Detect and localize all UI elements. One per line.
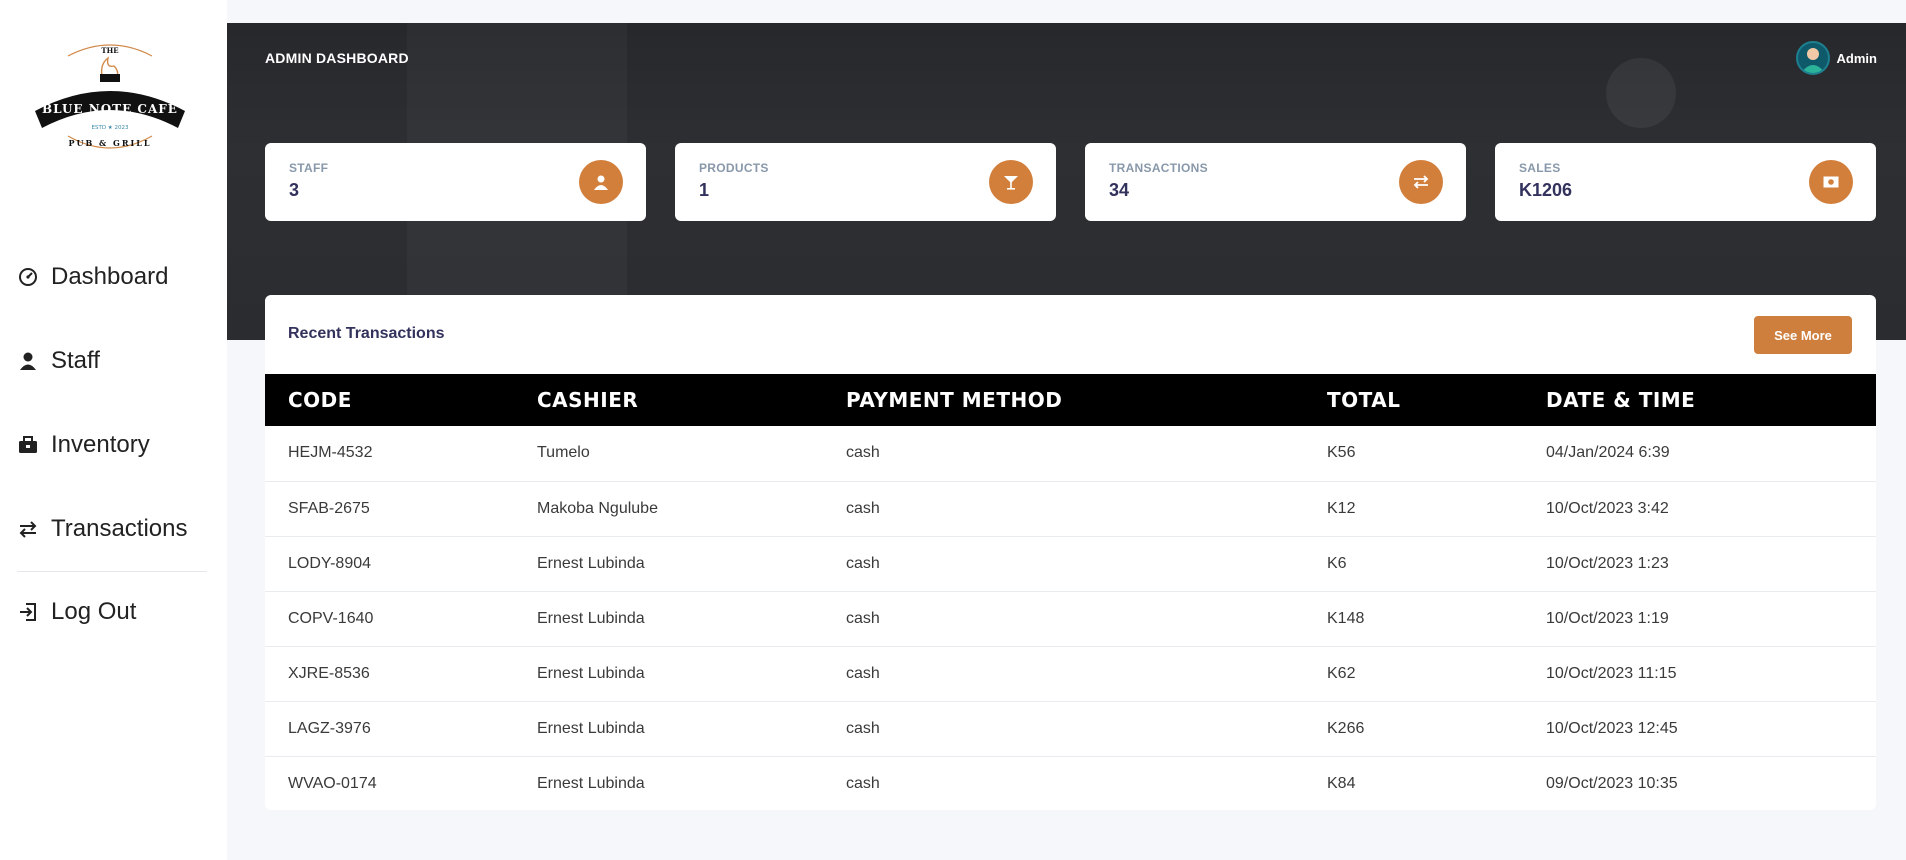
- stat-label: SALES: [1519, 161, 1561, 175]
- cell-cashier: Ernest Lubinda: [514, 701, 823, 757]
- sidebar: THE BLUE NOTE CAFE ESTD ★ 2023 PUB & GRI…: [0, 0, 227, 860]
- cell-code: COPV-1640: [265, 591, 514, 647]
- cell-payment-method: cash: [823, 536, 1304, 592]
- cell-total: K56: [1304, 426, 1523, 482]
- stat-card-transactions[interactable]: TRANSACTIONS 34: [1085, 143, 1466, 221]
- sidebar-item-transactions[interactable]: Transactions: [17, 487, 207, 571]
- sidebar-item-label: Inventory: [51, 431, 150, 458]
- cell-cashier: Ernest Lubinda: [514, 591, 823, 647]
- cell-cashier: Makoba Ngulube: [514, 481, 823, 537]
- table-row[interactable]: XJRE-8536 Ernest Lubinda cash K62 10/Oct…: [265, 646, 1876, 702]
- dashboard-gauge-icon: [17, 266, 39, 288]
- cell-payment-method: cash: [823, 646, 1304, 702]
- cell-code: LAGZ-3976: [265, 701, 514, 757]
- sidebar-item-staff[interactable]: Staff: [17, 319, 207, 403]
- person-icon: [17, 350, 39, 372]
- cell-date-time: 09/Oct/2023 10:35: [1546, 774, 1678, 792]
- blue-note-cafe-logo[interactable]: THE BLUE NOTE CAFE ESTD ★ 2023 PUB & GRI…: [30, 36, 190, 166]
- cell-payment-method: cash: [823, 701, 1304, 757]
- cell-payment-method: cash: [823, 591, 1304, 647]
- svg-text:BLUE NOTE CAFE: BLUE NOTE CAFE: [42, 102, 178, 116]
- svg-text:PUB & GRILL: PUB & GRILL: [68, 138, 151, 148]
- cocktail-glass-icon: [989, 160, 1033, 204]
- user-menu[interactable]: Admin: [1795, 41, 1877, 75]
- cell-cashier: Ernest Lubinda: [514, 646, 823, 702]
- cell-total: K266: [1304, 701, 1523, 757]
- see-more-button[interactable]: See More: [1754, 316, 1852, 354]
- sidebar-item-label: Log Out: [51, 598, 137, 625]
- sidebar-item-logout[interactable]: Log Out: [17, 572, 207, 652]
- cell-code: XJRE-8536: [265, 646, 514, 702]
- stat-card-products[interactable]: PRODUCTS 1: [675, 143, 1056, 221]
- page-title: ADMIN DASHBOARD: [265, 50, 409, 66]
- cell-payment-method: cash: [823, 426, 1304, 482]
- cell-date-time: 10/Oct/2023 12:45: [1523, 701, 1876, 757]
- sidebar-item-dashboard[interactable]: Dashboard: [17, 235, 207, 319]
- stat-value: K1206: [1519, 180, 1573, 200]
- stat-value: 1: [699, 180, 710, 200]
- stat-label: STAFF: [289, 161, 329, 175]
- stat-value: 3: [289, 180, 300, 200]
- sidebar-item-label: Transactions: [51, 515, 188, 542]
- logout-icon: [17, 601, 39, 623]
- table-row[interactable]: HEJM-4532 Tumelo cash K56 04/Jan/2024 6:…: [265, 426, 1876, 482]
- stat-label: TRANSACTIONS: [1109, 161, 1208, 175]
- svg-text:THE: THE: [101, 46, 118, 55]
- table-row[interactable]: LODY-8904 Ernest Lubinda cash K6 10/Oct/…: [265, 536, 1876, 592]
- cell-cashier: Ernest Lubinda: [514, 536, 823, 592]
- cell-code: WVAO-0174: [288, 774, 377, 792]
- table-row[interactable]: COPV-1640 Ernest Lubinda cash K148 10/Oc…: [265, 591, 1876, 647]
- cell-payment-method: cash: [846, 774, 880, 792]
- stat-label: PRODUCTS: [699, 161, 769, 175]
- person-icon: [579, 160, 623, 204]
- sidebar-nav: Dashboard Staff Inventory Transactions L…: [17, 235, 207, 652]
- cell-total: K62: [1304, 646, 1523, 702]
- cell-cashier: Tumelo: [514, 426, 823, 482]
- avatar: [1795, 41, 1830, 75]
- svg-text:ESTD ★ 2023: ESTD ★ 2023: [92, 125, 129, 131]
- cell-total: K12: [1304, 481, 1523, 537]
- cell-total: K84: [1327, 774, 1356, 792]
- column-header-payment-method[interactable]: PAYMENT METHOD: [823, 374, 1304, 426]
- cell-cashier: Ernest Lubinda: [537, 774, 645, 792]
- arrows-exchange-icon: [1399, 160, 1443, 204]
- sidebar-item-label: Staff: [51, 347, 100, 374]
- arrows-exchange-icon: [17, 518, 39, 540]
- stat-card-staff[interactable]: STAFF 3: [265, 143, 646, 221]
- cell-code: SFAB-2675: [265, 481, 514, 537]
- transactions-table: CODE CASHIER PAYMENT METHOD TOTAL DATE &…: [265, 374, 1876, 810]
- table-row[interactable]: WVAO-0174 Ernest Lubinda cash K84 09/Oct…: [265, 756, 1876, 810]
- cell-total: K148: [1304, 591, 1523, 647]
- cell-code: HEJM-4532: [265, 426, 514, 482]
- table-row[interactable]: SFAB-2675 Makoba Ngulube cash K12 10/Oct…: [265, 481, 1876, 537]
- column-header-code[interactable]: CODE: [265, 374, 514, 426]
- briefcase-icon: [17, 434, 39, 456]
- column-header-cashier[interactable]: CASHIER: [514, 374, 823, 426]
- panel-title: Recent Transactions: [288, 325, 445, 342]
- stat-value: 34: [1109, 180, 1130, 200]
- stats-cards: STAFF 3 PRODUCTS 1 TRANSACTIONS 34 SALES…: [265, 143, 1876, 221]
- cell-date-time: 10/Oct/2023 1:19: [1523, 591, 1876, 647]
- stat-card-sales[interactable]: SALES K1206: [1495, 143, 1876, 221]
- sidebar-item-label: Dashboard: [51, 263, 169, 290]
- user-name: Admin: [1836, 50, 1877, 66]
- column-header-total[interactable]: TOTAL: [1304, 374, 1523, 426]
- cell-date-time: 04/Jan/2024 6:39: [1523, 426, 1876, 482]
- cell-code: LODY-8904: [265, 536, 514, 592]
- cell-date-time: 10/Oct/2023 11:15: [1523, 646, 1876, 702]
- cell-payment-method: cash: [823, 481, 1304, 537]
- cell-date-time: 10/Oct/2023 3:42: [1523, 481, 1876, 537]
- money-bill-icon: [1809, 160, 1853, 204]
- recent-transactions-panel: Recent Transactions See More CODE CASHIE…: [265, 295, 1876, 810]
- column-header-date-time[interactable]: DATE & TIME: [1523, 374, 1876, 426]
- cell-date-time: 10/Oct/2023 1:23: [1523, 536, 1876, 592]
- table-row[interactable]: LAGZ-3976 Ernest Lubinda cash K266 10/Oc…: [265, 701, 1876, 757]
- cell-total: K6: [1304, 536, 1523, 592]
- table-header-row: CODE CASHIER PAYMENT METHOD TOTAL DATE &…: [265, 374, 1876, 426]
- sidebar-item-inventory[interactable]: Inventory: [17, 403, 207, 487]
